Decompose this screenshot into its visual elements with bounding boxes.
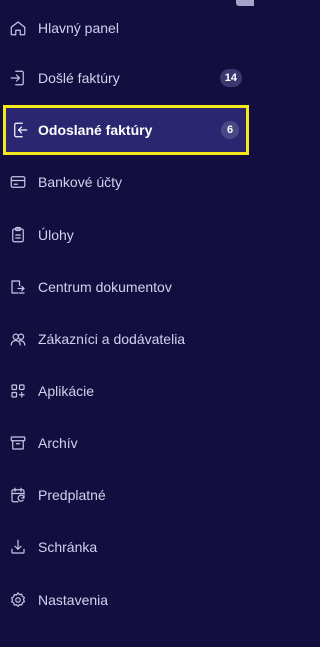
sidebar-item-dashboard[interactable]: Hlavný panel	[0, 4, 254, 52]
users-icon	[9, 330, 27, 348]
sidebar-item-label: Predplatné	[38, 487, 106, 503]
sidebar-item-subscription[interactable]: Predplatné	[0, 471, 254, 519]
sidebar-item-label: Archív	[38, 435, 78, 451]
tray-download-icon	[9, 538, 27, 556]
sidebar-item-label: Schránka	[38, 539, 98, 555]
sidebar-item-bank-accounts[interactable]: Bankové účty	[0, 158, 254, 206]
sidebar-item-document-center[interactable]: Centrum dokumentov	[0, 263, 254, 311]
sidebar-item-label: Bankové účty	[38, 174, 123, 190]
outbox-arrow-icon	[11, 121, 29, 139]
sidebar-item-sent-invoices[interactable]: Odoslané faktúry 6	[3, 105, 249, 155]
sidebar-item-customers-suppliers[interactable]: Zákazníci a dodávatelia	[0, 315, 254, 363]
sidebar-item-label: Odoslané faktúry	[38, 122, 153, 138]
apps-grid-icon	[9, 382, 27, 400]
sidebar-item-inbox[interactable]: Schránka	[0, 523, 254, 571]
sidebar-item-archive[interactable]: Archív	[0, 419, 254, 467]
sidebar-item-label: Úlohy	[38, 227, 74, 243]
document-transfer-icon	[9, 278, 27, 296]
sidebar-item-label: Hlavný panel	[38, 20, 119, 36]
sidebar-item-settings[interactable]: Nastavenia	[0, 576, 254, 624]
sidebar-item-tasks[interactable]: Úlohy	[0, 211, 254, 259]
count-badge: 14	[219, 69, 242, 87]
sidebar-item-apps[interactable]: Aplikácie	[0, 367, 254, 415]
calendar-refresh-icon	[9, 486, 27, 504]
gear-icon	[9, 591, 27, 609]
sidebar-item-label: Došlé faktúry	[38, 70, 120, 86]
clipboard-icon	[9, 226, 27, 244]
sidebar-item-label: Centrum dokumentov	[38, 279, 172, 295]
sidebar-item-label: Zákazníci a dodávatelia	[38, 331, 186, 347]
archive-box-icon	[9, 434, 27, 452]
sidebar-item-label: Aplikácie	[38, 383, 95, 399]
count-badge: 6	[221, 121, 239, 139]
inbox-arrow-icon	[9, 69, 27, 87]
sidebar-item-received-invoices[interactable]: Došlé faktúry 14	[0, 54, 254, 102]
home-icon	[9, 19, 27, 37]
credit-card-icon	[9, 173, 27, 191]
sidebar-item-label: Nastavenia	[38, 592, 109, 608]
